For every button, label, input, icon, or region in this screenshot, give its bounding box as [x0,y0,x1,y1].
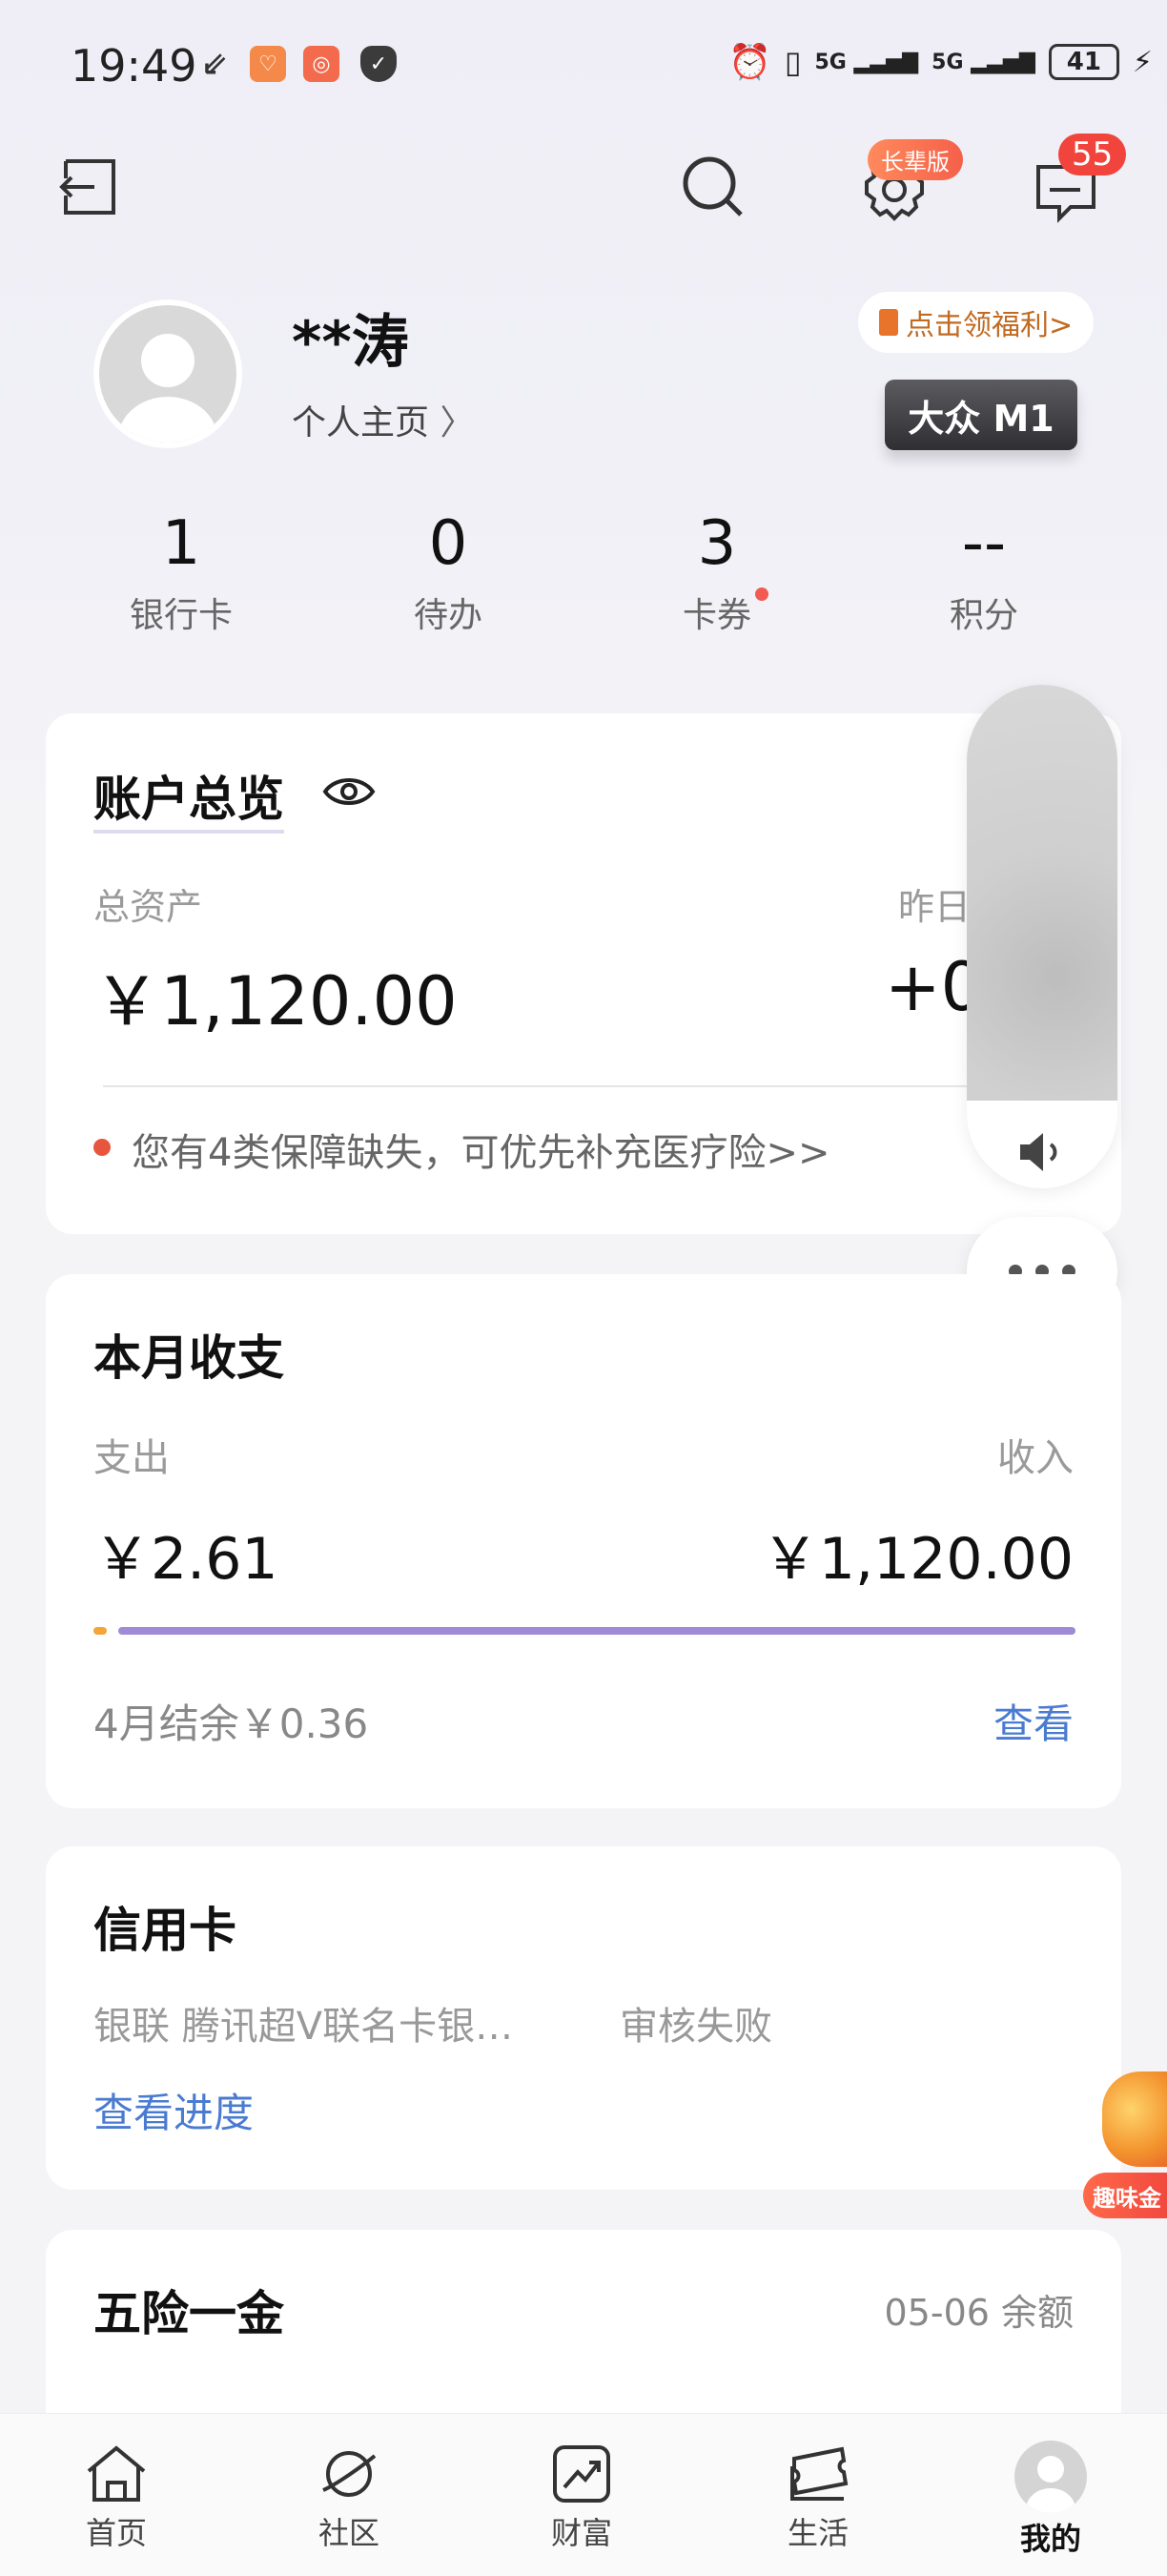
home-icon [83,2441,150,2507]
account-overview-card: 账户总览 总资产 ￥1,120.00 昨日 +0 您有4类保障缺失，可优先补充医… [46,713,1121,1234]
credit-card-title: 信用卡 [93,1903,236,1958]
avatar-icon [1014,2441,1087,2513]
app-notification-icon-2: ◎ [303,46,339,82]
alarm-icon: ⏰ [728,43,771,82]
stat-label: 卡券 [682,596,751,635]
notice-dot [93,1139,111,1156]
ticket-icon [785,2441,851,2507]
view-progress-link[interactable]: 查看进度 [93,2081,254,2139]
nav-label: 财富 [550,2515,612,2551]
nav-label: 生活 [787,2515,849,2551]
total-assets-value[interactable]: ￥1,120.00 [93,948,458,1044]
member-level-badge[interactable]: 大众 M1 [885,380,1077,450]
income-expense-bar [93,1627,1075,1635]
shield-icon: ✓ [360,46,397,82]
credit-card-status: 审核失败 [620,2005,772,2049]
gold-pot-icon [1102,2071,1167,2167]
elder-mode-badge[interactable]: 长辈版 [868,139,963,180]
stat-bank-cards[interactable]: 1 银行卡 [67,505,296,637]
search-button[interactable] [675,149,751,225]
promo-label: 趣味金 [1083,2173,1167,2218]
logout-icon [59,159,115,215]
expense-label: 支出 [93,1436,170,1480]
logout-button[interactable] [51,149,128,225]
nav-community[interactable]: 社区 [282,2441,416,2553]
vibrate-icon: ▯ [784,44,802,80]
april-balance: 4月结余￥0.36 [93,1700,369,1747]
speaker-icon[interactable] [1016,1129,1066,1179]
credit-card-name: 银联 腾讯超V联名卡银… [93,2005,514,2049]
planet-icon [316,2441,382,2507]
nav-wealth[interactable]: 财富 [515,2441,648,2553]
credit-card-card: 信用卡 银联 腾讯超V联名卡银… 审核失败 查看进度 [46,1846,1121,2190]
nav-label: 首页 [85,2515,147,2551]
search-icon [683,156,743,216]
chevron-right-icon: 〉 [440,403,475,443]
avatar[interactable] [93,299,242,448]
stat-value: -- [961,508,1007,579]
promo-float[interactable]: 趣味金 [1083,2068,1167,2220]
stat-value: 3 [697,508,737,579]
nav-label: 社区 [317,2515,379,2551]
red-envelope-icon [879,309,898,336]
battery-icon: 41 [1048,44,1119,80]
homepage-link[interactable]: 个人主页 〉 [292,395,474,444]
yesterday-label: 昨日 [898,886,972,928]
message-count-badge: 55 [1058,134,1127,175]
stat-coupons[interactable]: 3 卡券 [603,505,831,637]
insurance-fund-meta: 05-06 余额 [884,2292,1075,2334]
signal-1: 5G ▂▃▅▇ [814,50,919,74]
status-time: 19:49 [71,40,197,92]
welfare-label: 点击领福利> [906,309,1074,342]
income-value: ￥1,120.00 [761,1526,1074,1593]
homepage-label: 个人主页 [292,403,430,443]
toggle-visibility-button[interactable] [322,773,376,814]
insurance-fund-title: 五险一金 [93,2286,284,2341]
nav-label: 我的 [1019,2521,1081,2557]
stat-label: 待办 [413,596,482,635]
stat-label-wrap: 卡券 [682,587,768,637]
heart-app-icon: ♡ [250,46,286,82]
view-details-link[interactable]: 查看 [993,1692,1074,1750]
floating-thumbnail [967,685,1117,1101]
signal-2: 5G ▂▃▅▇ [932,50,1035,74]
expense-value: ￥2.61 [93,1526,278,1593]
total-assets-label: 总资产 [93,886,203,928]
chart-up-icon [548,2441,615,2507]
account-overview-title: 账户总览 [93,761,284,834]
username: **涛 [292,309,409,376]
expense-bar [93,1627,107,1635]
app-notification-icon: ⇙ [200,45,229,83]
monthly-income-expense-card: 本月收支 支出 收入 ￥2.61 ￥1,120.00 4月结余￥0.36 查看 [46,1274,1121,1808]
monthly-title: 本月收支 [93,1330,284,1386]
unread-dot [755,587,768,601]
insurance-notice[interactable]: 您有4类保障缺失，可优先补充医疗险>> [132,1122,829,1177]
bottom-nav: 首页 社区 财富 生活 我的 [0,2413,1167,2576]
nav-mine[interactable]: 我的 [984,2441,1117,2559]
stat-value: 0 [428,508,468,579]
income-label: 收入 [997,1436,1074,1480]
nav-life[interactable]: 生活 [751,2441,885,2553]
stat-points[interactable]: -- 积分 [870,505,1098,637]
stat-label: 银行卡 [129,596,233,635]
divider [103,1085,1066,1087]
stat-label: 积分 [949,596,1018,635]
status-right: ⏰ ▯ 5G ▂▃▅▇ 5G ▂▃▅▇ 41 ⚡ [728,42,1153,82]
stat-value: 1 [161,508,201,579]
welfare-button[interactable]: 点击领福利> [858,292,1095,353]
floating-media-widget[interactable] [967,685,1117,1188]
income-bar [118,1627,1075,1635]
charging-icon: ⚡ [1132,45,1153,79]
stat-todo[interactable]: 0 待办 [334,505,563,637]
avatar-icon [118,334,217,443]
eye-icon [322,778,376,805]
nav-home[interactable]: 首页 [50,2441,183,2553]
